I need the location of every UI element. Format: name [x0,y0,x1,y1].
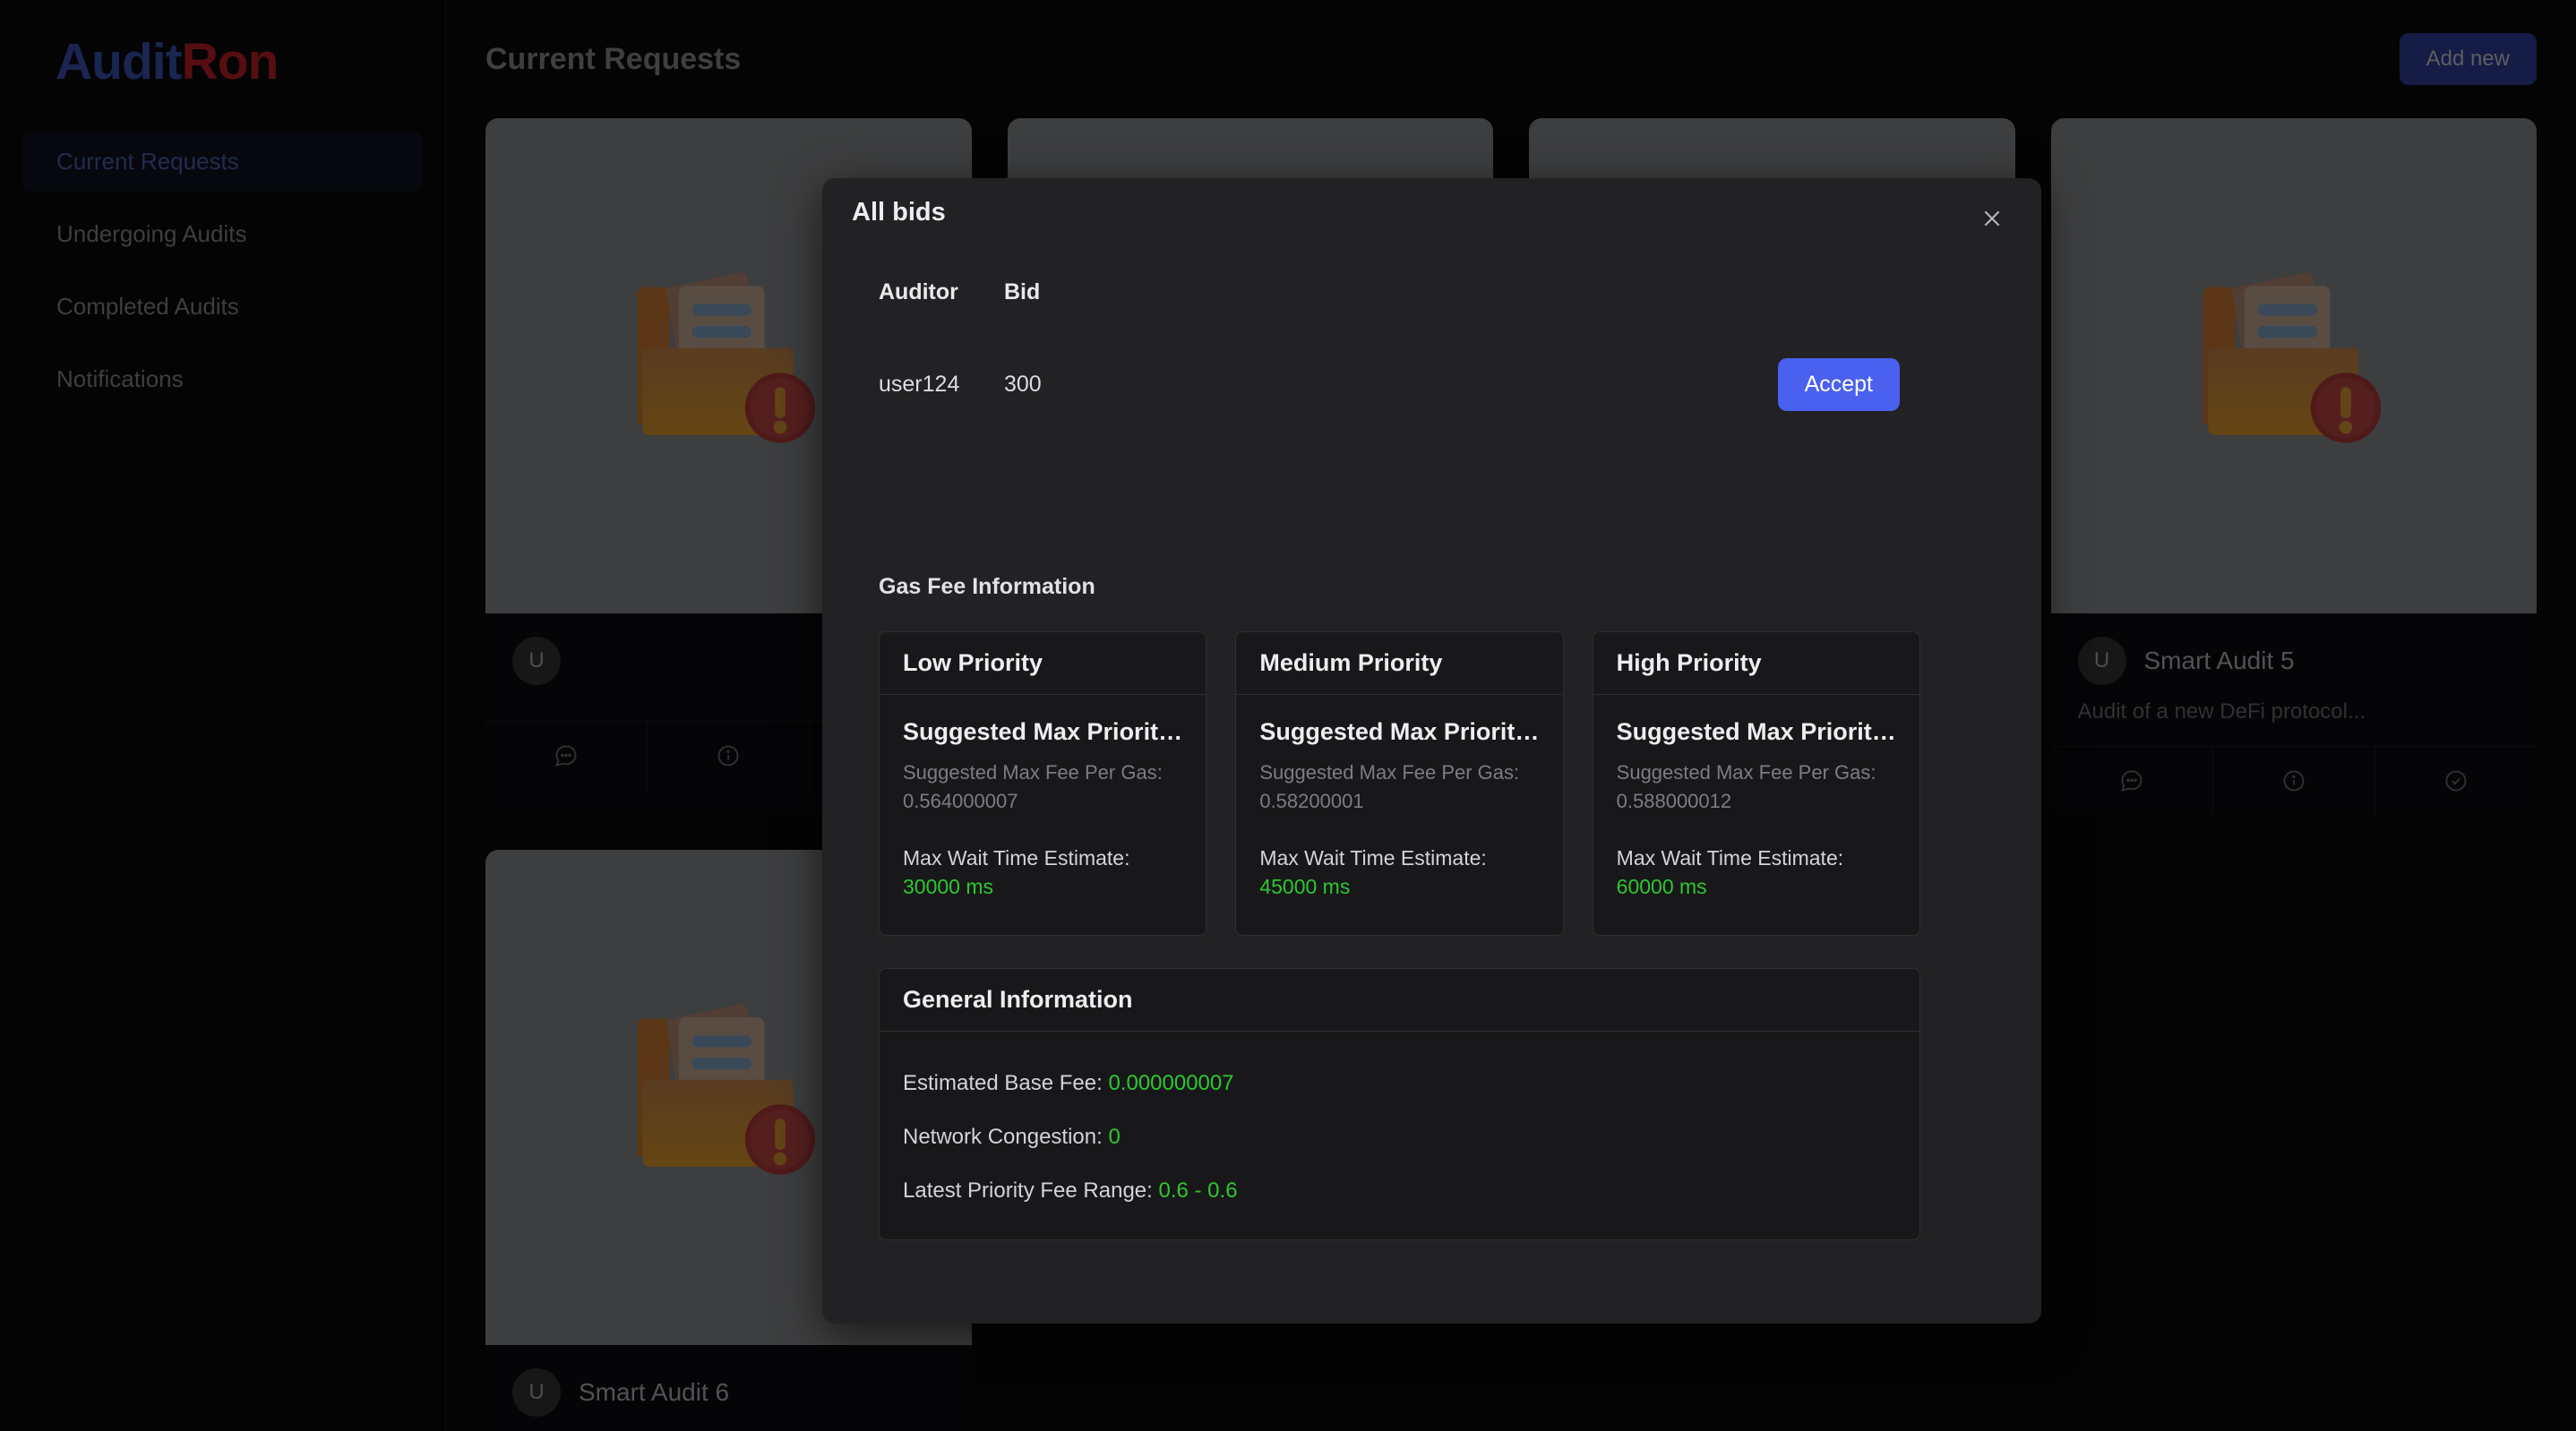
network-congestion-label: Network Congestion: [903,1125,1103,1149]
gas-card-header: High Priority [1593,632,1919,695]
gas-card-header: Medium Priority [1236,632,1563,695]
modal-title: All bids [852,198,946,227]
bids-column-auditor: Auditor [879,278,958,304]
network-congestion-value: 0 [1108,1125,1121,1149]
close-icon [1984,210,2000,227]
suggested-max-fee-value: 0.58200001 [1259,789,1364,812]
bid-action-cell: Accept [1183,357,1998,411]
suggested-max-fee-label: Suggested Max Fee Per Gas: [903,761,1163,784]
max-wait-time-value: 30000 ms [903,874,994,898]
max-wait-time-label: Max Wait Time Estimate: [1616,845,1844,870]
suggested-max-fee: Suggested Max Fee Per Gas: 0.564000007 [903,758,1182,816]
gas-fee-section-label: Gas Fee Information [879,574,1095,599]
suggested-max-fee: Suggested Max Fee Per Gas: 0.58200001 [1259,758,1539,816]
latest-priority-fee-range-value: 0.6 - 0.6 [1158,1178,1238,1203]
network-congestion-row: Network Congestion: 0 [903,1125,1896,1150]
general-information-header: General Information [880,969,1919,1032]
modal-close-button[interactable] [1971,198,2013,239]
gas-card-low-priority: Low Priority Suggested Max Priority... S… [879,631,1207,936]
max-wait-time-label: Max Wait Time Estimate: [1259,845,1487,870]
gas-card-high-priority: High Priority Suggested Max Priority... … [1592,631,1920,936]
bids-table: Auditor Bid user124 300 Accept [879,270,1998,412]
suggested-max-fee: Suggested Max Fee Per Gas: 0.588000012 [1617,758,1896,816]
gas-card-body: Suggested Max Priority... Suggested Max … [1236,695,1562,935]
gas-card-body: Suggested Max Priority... Suggested Max … [1593,695,1919,935]
general-information-panel: General Information Estimated Base Fee: … [879,968,1920,1240]
gas-fee-cards: Low Priority Suggested Max Priority... S… [879,631,1920,936]
estimated-base-fee-label: Estimated Base Fee: [903,1071,1103,1095]
gas-card-header: Low Priority [880,632,1206,695]
suggested-max-priority-label: Suggested Max Priority... [1259,718,1540,745]
estimated-base-fee-row: Estimated Base Fee: 0.000000007 [903,1071,1896,1096]
suggested-max-priority-label: Suggested Max Priority... [1616,718,1896,745]
general-information-body: Estimated Base Fee: 0.000000007 Network … [880,1032,1919,1239]
table-row: user124 300 Accept [879,356,1998,412]
suggested-max-fee-label: Suggested Max Fee Per Gas: [1259,761,1520,784]
all-bids-modal: All bids Auditor Bid user124 300 Accept … [822,178,2041,1324]
app-root: AuditRon Current Requests Undergoing Aud… [0,0,2576,1431]
bids-table-header: Auditor Bid [879,270,1998,314]
gas-card-body: Suggested Max Priority... Suggested Max … [880,695,1206,935]
suggested-max-fee-value: 0.588000012 [1616,789,1732,812]
max-wait-time-value: 45000 ms [1259,874,1351,898]
gas-card-medium-priority: Medium Priority Suggested Max Priority..… [1235,631,1564,936]
suggested-max-fee-label: Suggested Max Fee Per Gas: [1616,761,1876,784]
max-wait-time-value: 60000 ms [1616,874,1707,898]
estimated-base-fee-value: 0.000000007 [1108,1071,1234,1095]
max-wait-time-label: Max Wait Time Estimate: [903,845,1130,870]
bids-column-bid: Bid [1004,278,1041,304]
latest-priority-fee-range-row: Latest Priority Fee Range: 0.6 - 0.6 [903,1178,1896,1204]
latest-priority-fee-range-label: Latest Priority Fee Range: [903,1178,1153,1203]
suggested-max-priority-label: Suggested Max Priority... [903,718,1183,745]
accept-bid-button[interactable]: Accept [1777,357,1900,411]
bid-auditor-value: user124 [879,371,960,397]
suggested-max-fee-value: 0.564000007 [903,789,1018,812]
bid-amount-value: 300 [1004,371,1042,397]
